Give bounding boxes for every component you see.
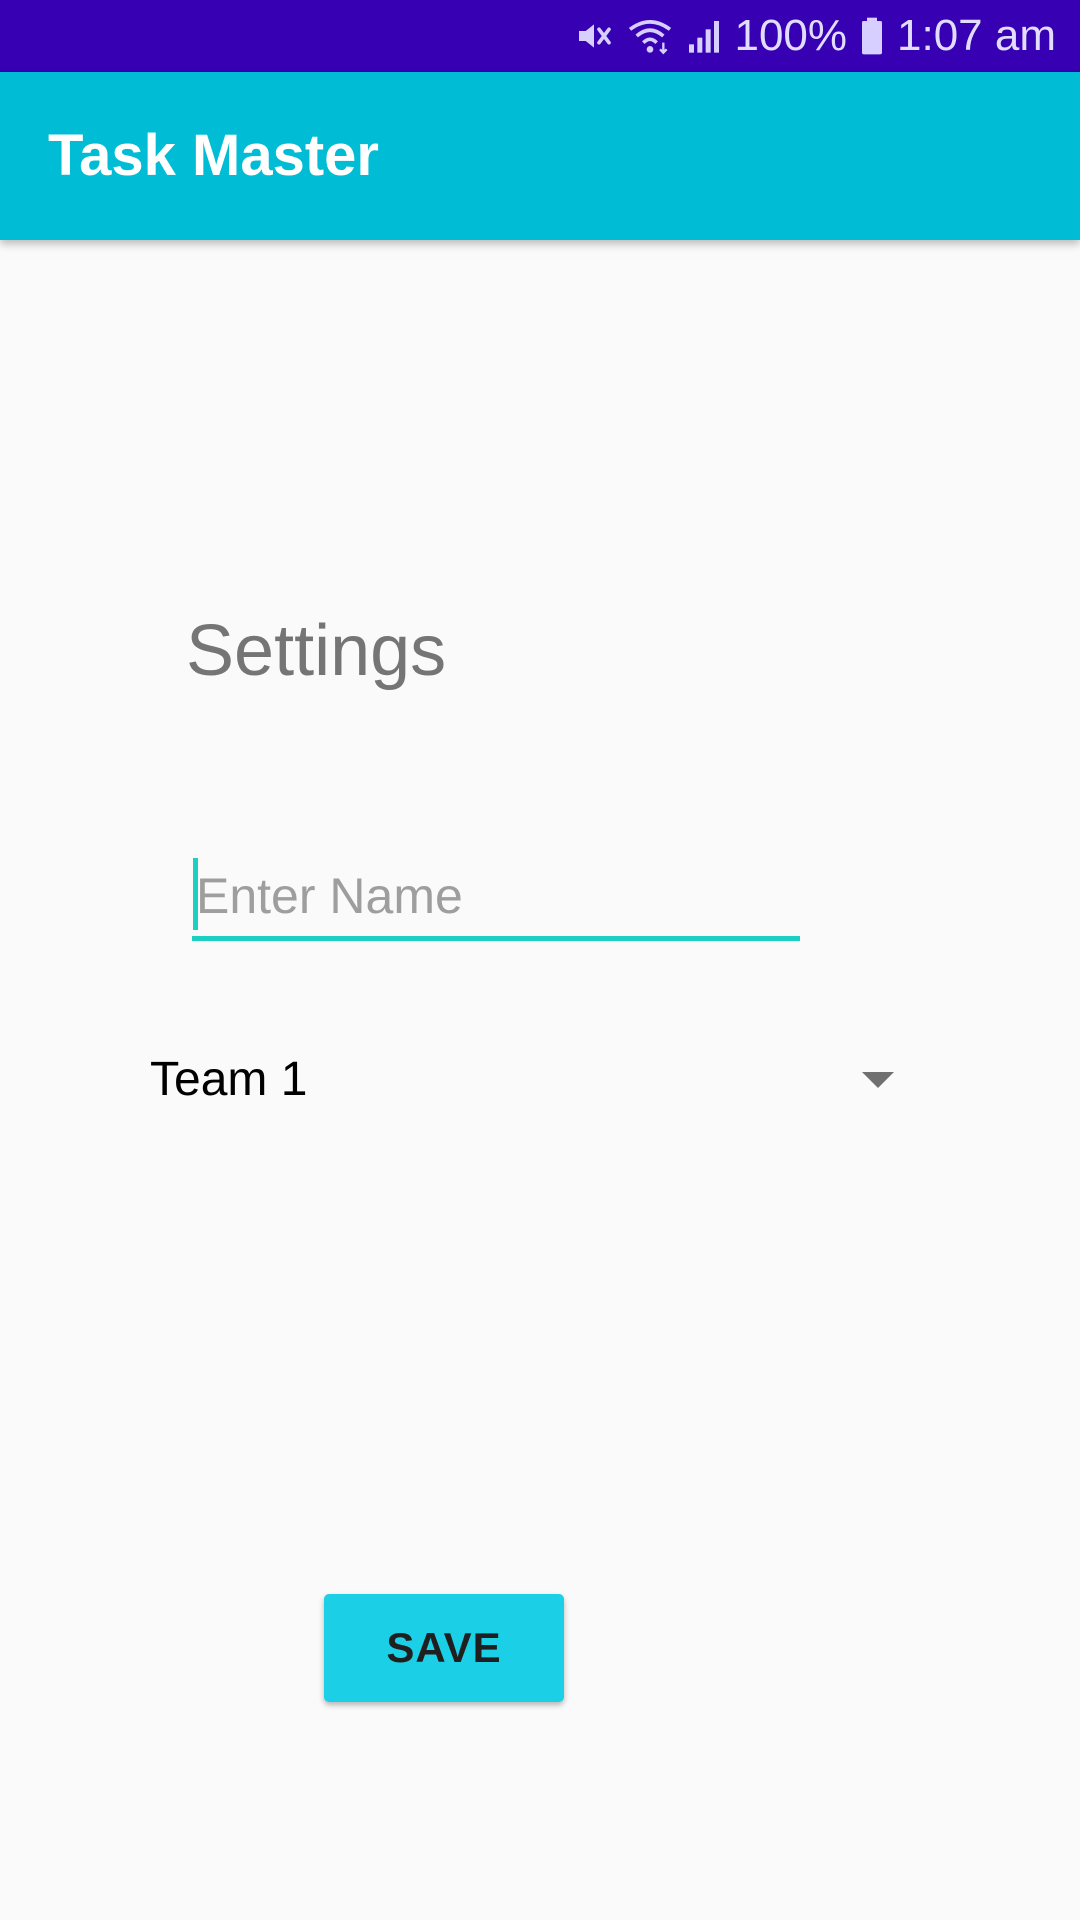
mute-icon xyxy=(574,16,614,56)
clock: 1:07 am xyxy=(897,11,1056,60)
status-bar: 100% 1:07 am xyxy=(0,0,1080,72)
app-bar: Task Master xyxy=(0,72,1080,240)
name-field[interactable] xyxy=(192,856,800,942)
signal-icon xyxy=(686,16,722,56)
status-icons: 100% 1:07 am xyxy=(574,0,1056,72)
dropdown-arrow-icon xyxy=(862,1072,894,1088)
text-cursor xyxy=(193,858,198,930)
battery-percent: 100% xyxy=(734,11,848,60)
settings-screen: 100% 1:07 am Task Master Settings Team 1… xyxy=(0,0,1080,1920)
battery-icon xyxy=(859,16,885,56)
name-input-underline xyxy=(192,936,800,941)
name-input[interactable] xyxy=(192,856,800,936)
team-spinner-value: Team 1 xyxy=(150,1053,308,1106)
app-title: Task Master xyxy=(48,123,379,188)
team-spinner[interactable]: Team 1 xyxy=(150,1040,900,1120)
wifi-icon xyxy=(626,16,674,56)
save-button[interactable]: SAVE xyxy=(324,1594,564,1702)
page-title: Settings xyxy=(186,611,447,691)
